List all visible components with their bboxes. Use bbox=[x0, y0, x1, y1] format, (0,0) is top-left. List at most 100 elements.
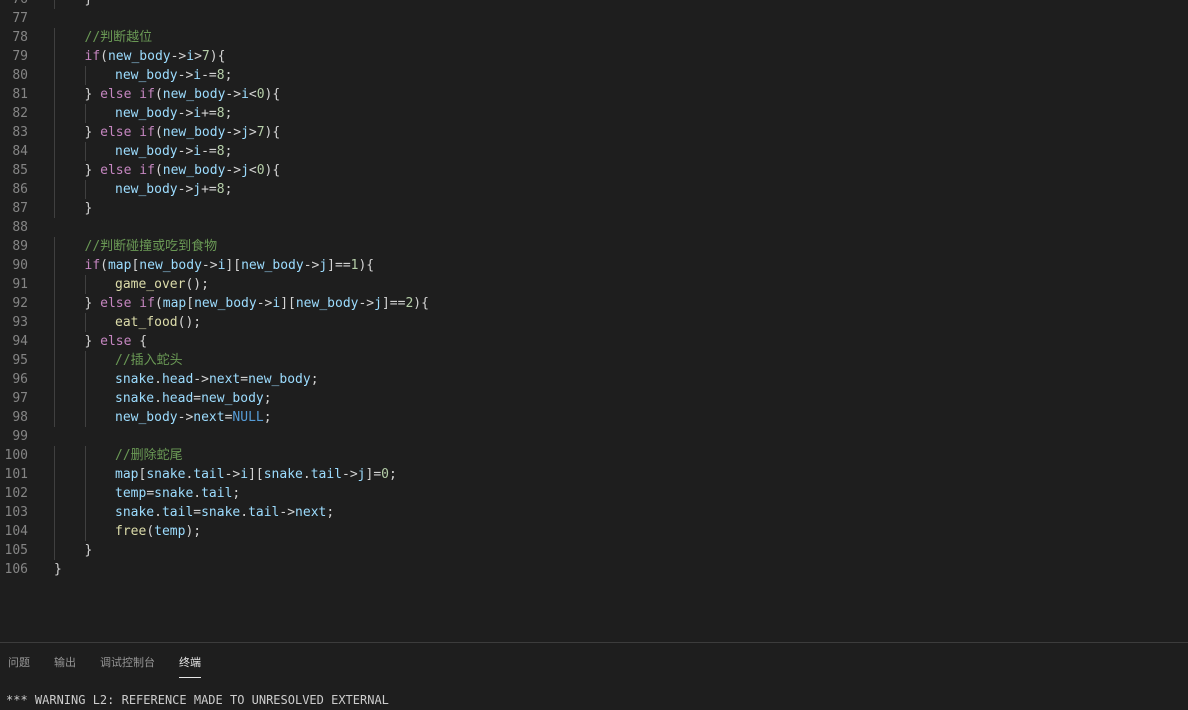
code-token: ( bbox=[100, 49, 108, 64]
code-token: snake bbox=[115, 505, 155, 520]
indent-guide bbox=[54, 66, 55, 85]
code-token: new_body bbox=[162, 125, 226, 140]
code-line[interactable]: 95 //插入蛇头 bbox=[0, 351, 1188, 370]
code-token: temp bbox=[115, 486, 147, 501]
indent-guide bbox=[84, 522, 86, 541]
code-token: ; bbox=[224, 68, 233, 83]
code-line[interactable]: 89 //判断碰撞或吃到食物 bbox=[0, 237, 1188, 256]
code-line[interactable]: 99 bbox=[0, 427, 1188, 446]
code-line[interactable]: 106} bbox=[0, 560, 1188, 579]
tab-problems[interactable]: 问题 bbox=[8, 644, 30, 678]
code-line[interactable]: 88 bbox=[0, 218, 1188, 237]
code-token: tail bbox=[248, 505, 280, 520]
code-token: } bbox=[84, 87, 101, 102]
indent-guide bbox=[84, 503, 86, 522]
code-line[interactable]: 101 map[snake.tail->i][snake.tail->j]=0; bbox=[0, 465, 1188, 484]
indent-guide bbox=[54, 161, 55, 180]
tab-debug-console[interactable]: 调试控制台 bbox=[100, 644, 155, 678]
terminal-output[interactable]: *** WARNING L2: REFERENCE MADE TO UNRESO… bbox=[6, 693, 389, 707]
code-text: free(temp); bbox=[115, 522, 201, 541]
code-token: 0 bbox=[256, 87, 265, 102]
code-token: j bbox=[374, 296, 382, 311]
code-line[interactable]: 97 snake.head=new_body; bbox=[0, 389, 1188, 408]
code-line[interactable]: 80 new_body->i-=8; bbox=[0, 66, 1188, 85]
code-line[interactable]: 77 bbox=[0, 9, 1188, 28]
code-line[interactable]: 91 game_over(); bbox=[0, 275, 1188, 294]
code-token: (); bbox=[177, 315, 202, 330]
code-token: -> bbox=[279, 505, 296, 520]
line-number: 86 bbox=[12, 182, 28, 197]
code-line[interactable]: 86 new_body->j+=8; bbox=[0, 180, 1188, 199]
code-token: -> bbox=[224, 467, 241, 482]
code-token: 7 bbox=[256, 125, 265, 140]
code-editor[interactable]: 76}7778//判断越位79if(new_body->i>7){80new_b… bbox=[0, 0, 1188, 642]
code-token: > bbox=[248, 125, 257, 140]
code-line[interactable]: 90 if(map[new_body->i][new_body->j]==1){ bbox=[0, 256, 1188, 275]
code-token: //判断碰撞或吃到食物 bbox=[84, 239, 218, 254]
code-token: < bbox=[248, 87, 257, 102]
code-token: ][ bbox=[225, 258, 242, 273]
code-line[interactable]: 105} bbox=[0, 541, 1188, 560]
line-number: 78 bbox=[12, 30, 28, 45]
tab-terminal[interactable]: 终端 bbox=[179, 644, 201, 678]
indent-guide bbox=[84, 446, 86, 465]
code-line[interactable]: 87} bbox=[0, 199, 1188, 218]
code-token: -> bbox=[177, 68, 194, 83]
code-token: ){ bbox=[209, 49, 226, 64]
code-line[interactable]: 82 new_body->i+=8; bbox=[0, 104, 1188, 123]
code-text: new_body->i+=8; bbox=[115, 104, 232, 123]
code-token: ]== bbox=[327, 258, 351, 273]
code-token: //删除蛇尾 bbox=[115, 448, 183, 463]
code-text: } else if(new_body->j<0){ bbox=[85, 161, 281, 180]
tab-output[interactable]: 输出 bbox=[54, 644, 76, 678]
code-token: ; bbox=[310, 372, 319, 387]
code-text: } else if(map[new_body->i][new_body->j]=… bbox=[85, 294, 429, 313]
code-line[interactable]: 84 new_body->i-=8; bbox=[0, 142, 1188, 161]
code-line[interactable]: 79 if(new_body->i>7){ bbox=[0, 47, 1188, 66]
code-token: = bbox=[146, 486, 155, 501]
indent-guide bbox=[54, 465, 55, 484]
code-lines[interactable]: 76}7778//判断越位79if(new_body->i>7){80new_b… bbox=[0, 0, 1188, 579]
code-token: tail bbox=[161, 505, 194, 520]
code-token: -> bbox=[177, 144, 194, 159]
code-line[interactable]: 102 temp=snake.tail; bbox=[0, 484, 1188, 503]
code-line[interactable]: 103 snake.tail=snake.tail->next; bbox=[0, 503, 1188, 522]
code-line[interactable]: 94} else { bbox=[0, 332, 1188, 351]
line-number: 103 bbox=[4, 505, 28, 520]
code-line[interactable]: 104 free(temp); bbox=[0, 522, 1188, 541]
code-line[interactable]: 78 //判断越位 bbox=[0, 28, 1188, 47]
code-token: ( bbox=[146, 524, 155, 539]
code-line[interactable]: 98 new_body->next=NULL; bbox=[0, 408, 1188, 427]
code-token: -> bbox=[170, 49, 187, 64]
code-token: ( bbox=[154, 296, 163, 311]
code-text: } bbox=[85, 541, 93, 560]
line-number: 83 bbox=[12, 125, 28, 140]
line-number: 97 bbox=[12, 391, 28, 406]
code-text: } else { bbox=[85, 332, 148, 351]
code-line[interactable]: 100 //删除蛇尾 bbox=[0, 446, 1188, 465]
indent-guide bbox=[84, 142, 86, 161]
panel-tabs: 问题 输出 调试控制台 终端 bbox=[0, 643, 225, 679]
code-token: if bbox=[139, 296, 155, 311]
code-token: else bbox=[100, 296, 132, 311]
code-token: snake bbox=[115, 372, 155, 387]
code-line[interactable]: 83} else if(new_body->j>7){ bbox=[0, 123, 1188, 142]
code-token: j bbox=[357, 467, 366, 482]
code-line[interactable]: 85} else if(new_body->j<0){ bbox=[0, 161, 1188, 180]
code-token: -> bbox=[177, 106, 194, 121]
code-token: -= bbox=[201, 68, 217, 83]
code-token: game_over bbox=[115, 277, 186, 292]
code-token: . bbox=[240, 505, 249, 520]
code-line[interactable]: 93 eat_food(); bbox=[0, 313, 1188, 332]
code-token: head bbox=[161, 372, 194, 387]
code-text: new_body->j+=8; bbox=[115, 180, 232, 199]
indent-guide bbox=[84, 104, 86, 123]
code-line[interactable]: 76} bbox=[0, 0, 1188, 9]
code-token: += bbox=[201, 182, 217, 197]
code-token: ); bbox=[185, 524, 202, 539]
code-line[interactable]: 92} else if(map[new_body->i][new_body->j… bbox=[0, 294, 1188, 313]
code-line[interactable]: 81} else if(new_body->i<0){ bbox=[0, 85, 1188, 104]
code-token: -> bbox=[177, 410, 194, 425]
line-number: 106 bbox=[4, 562, 28, 577]
code-line[interactable]: 96 snake.head->next=new_body; bbox=[0, 370, 1188, 389]
